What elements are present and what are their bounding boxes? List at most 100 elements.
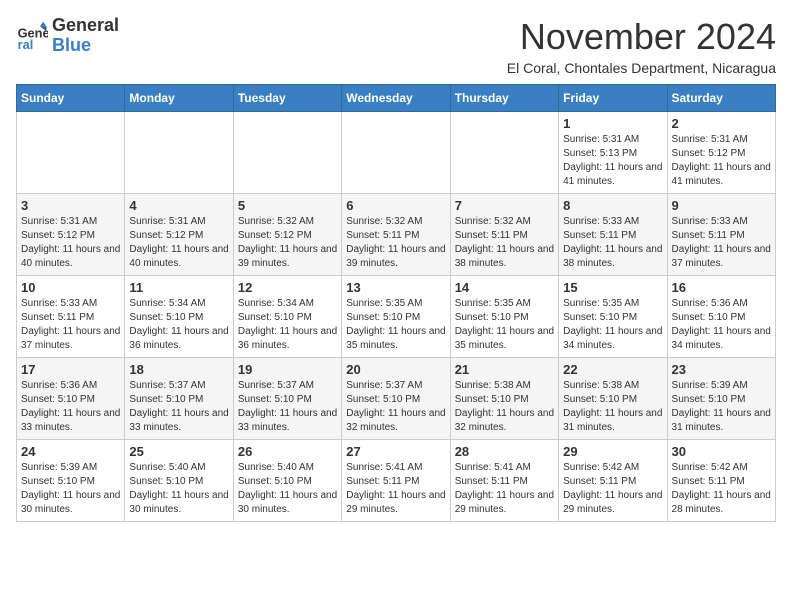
calendar-cell: 8 Sunrise: 5:33 AM Sunset: 5:11 PM Daylig… [559, 194, 667, 276]
day-number: 29 [563, 444, 662, 459]
location: El Coral, Chontales Department, Nicaragu… [507, 60, 776, 76]
day-number: 2 [672, 116, 771, 131]
calendar-cell: 11 Sunrise: 5:34 AM Sunset: 5:10 PM Dayli… [125, 276, 233, 358]
calendar-cell: 22 Sunrise: 5:38 AM Sunset: 5:10 PM Dayli… [559, 358, 667, 440]
day-info: Sunrise: 5:33 AM Sunset: 5:11 PM Dayligh… [563, 215, 662, 271]
calendar-cell: 6 Sunrise: 5:32 AM Sunset: 5:11 PM Daylig… [342, 194, 450, 276]
day-info: Sunrise: 5:35 AM Sunset: 5:10 PM Dayligh… [346, 297, 445, 353]
day-number: 16 [672, 280, 771, 295]
calendar-cell: 18Sunrise: 5:37 AM Sunset: 5:10 PM Dayli… [125, 358, 233, 440]
day-number: 10 [21, 280, 120, 295]
calendar-cell: 14Sunrise: 5:35 AM Sunset: 5:10 PM Dayli… [450, 276, 558, 358]
day-number: 20 [346, 362, 445, 377]
weekday-header-saturday: Saturday [667, 85, 775, 112]
weekday-header-thursday: Thursday [450, 85, 558, 112]
calendar-cell: 20 Sunrise: 5:37 AM Sunset: 5:10 PM Dayli… [342, 358, 450, 440]
day-info: Sunrise: 5:35 AM Sunset: 5:10 PM Dayligh… [563, 297, 662, 353]
day-number: 23 [672, 362, 771, 377]
calendar-cell: 5 Sunrise: 5:32 AM Sunset: 5:12 PM Daylig… [233, 194, 341, 276]
day-info: Sunrise: 5:34 AM Sunset: 5:10 PM Dayligh… [129, 297, 228, 353]
page-header: Gene ral General Blue November 2024 El C… [16, 16, 776, 76]
calendar-cell: 1 Sunrise: 5:31 AM Sunset: 5:13 PM Daylig… [559, 112, 667, 194]
day-info: Sunrise: 5:42 AM Sunset: 5:11 PM Dayligh… [563, 461, 662, 517]
logo-general: General [52, 16, 119, 36]
calendar-cell: 26 Sunrise: 5:40 AM Sunset: 5:10 PM Dayli… [233, 440, 341, 522]
day-number: 6 [346, 198, 445, 213]
calendar-cell: 15 Sunrise: 5:35 AM Sunset: 5:10 PM Dayli… [559, 276, 667, 358]
day-number: 7 [455, 198, 554, 213]
calendar-cell: 13Sunrise: 5:35 AM Sunset: 5:10 PM Dayli… [342, 276, 450, 358]
day-number: 1 [563, 116, 662, 131]
day-number: 9 [672, 198, 771, 213]
calendar-cell: 30Sunrise: 5:42 AM Sunset: 5:11 PM Dayli… [667, 440, 775, 522]
svg-text:ral: ral [18, 37, 34, 52]
calendar-week-4: 17 Sunrise: 5:36 AM Sunset: 5:10 PM Dayli… [17, 358, 776, 440]
day-info: Sunrise: 5:42 AM Sunset: 5:11 PM Dayligh… [672, 461, 771, 517]
day-number: 3 [21, 198, 120, 213]
calendar-cell: 2Sunrise: 5:31 AM Sunset: 5:12 PM Daylig… [667, 112, 775, 194]
calendar-cell [17, 112, 125, 194]
calendar-cell: 10 Sunrise: 5:33 AM Sunset: 5:11 PM Dayli… [17, 276, 125, 358]
weekday-header-friday: Friday [559, 85, 667, 112]
day-info: Sunrise: 5:31 AM Sunset: 5:12 PM Dayligh… [129, 215, 228, 271]
calendar-cell: 12Sunrise: 5:34 AM Sunset: 5:10 PM Dayli… [233, 276, 341, 358]
day-number: 27 [346, 444, 445, 459]
day-info: Sunrise: 5:37 AM Sunset: 5:10 PM Dayligh… [346, 379, 445, 435]
day-info: Sunrise: 5:40 AM Sunset: 5:10 PM Dayligh… [238, 461, 337, 517]
logo-blue: Blue [52, 36, 119, 56]
weekday-header-sunday: Sunday [17, 85, 125, 112]
day-info: Sunrise: 5:32 AM Sunset: 5:11 PM Dayligh… [346, 215, 445, 271]
calendar-cell: 7 Sunrise: 5:32 AM Sunset: 5:11 PM Daylig… [450, 194, 558, 276]
day-info: Sunrise: 5:33 AM Sunset: 5:11 PM Dayligh… [21, 297, 120, 353]
day-info: Sunrise: 5:33 AM Sunset: 5:11 PM Dayligh… [672, 215, 771, 271]
calendar-week-1: 1 Sunrise: 5:31 AM Sunset: 5:13 PM Daylig… [17, 112, 776, 194]
calendar-cell: 21Sunrise: 5:38 AM Sunset: 5:10 PM Dayli… [450, 358, 558, 440]
calendar-body: 1 Sunrise: 5:31 AM Sunset: 5:13 PM Daylig… [17, 112, 776, 522]
calendar-cell [125, 112, 233, 194]
calendar-cell [450, 112, 558, 194]
day-info: Sunrise: 5:31 AM Sunset: 5:12 PM Dayligh… [21, 215, 120, 271]
day-info: Sunrise: 5:40 AM Sunset: 5:10 PM Dayligh… [129, 461, 228, 517]
day-info: Sunrise: 5:31 AM Sunset: 5:13 PM Dayligh… [563, 133, 662, 189]
day-info: Sunrise: 5:34 AM Sunset: 5:10 PM Dayligh… [238, 297, 337, 353]
calendar-table: SundayMondayTuesdayWednesdayThursdayFrid… [16, 84, 776, 522]
calendar-cell: 25Sunrise: 5:40 AM Sunset: 5:10 PM Dayli… [125, 440, 233, 522]
calendar-cell: 3 Sunrise: 5:31 AM Sunset: 5:12 PM Daylig… [17, 194, 125, 276]
day-info: Sunrise: 5:36 AM Sunset: 5:10 PM Dayligh… [672, 297, 771, 353]
calendar-cell: 4Sunrise: 5:31 AM Sunset: 5:12 PM Daylig… [125, 194, 233, 276]
title-block: November 2024 El Coral, Chontales Depart… [507, 16, 776, 76]
calendar-cell: 23 Sunrise: 5:39 AM Sunset: 5:10 PM Dayli… [667, 358, 775, 440]
logo-icon: Gene ral [16, 20, 48, 52]
day-number: 5 [238, 198, 337, 213]
day-number: 19 [238, 362, 337, 377]
day-info: Sunrise: 5:38 AM Sunset: 5:10 PM Dayligh… [563, 379, 662, 435]
day-info: Sunrise: 5:39 AM Sunset: 5:10 PM Dayligh… [672, 379, 771, 435]
day-info: Sunrise: 5:32 AM Sunset: 5:11 PM Dayligh… [455, 215, 554, 271]
day-info: Sunrise: 5:37 AM Sunset: 5:10 PM Dayligh… [129, 379, 228, 435]
day-info: Sunrise: 5:32 AM Sunset: 5:12 PM Dayligh… [238, 215, 337, 271]
calendar-cell: 9 Sunrise: 5:33 AM Sunset: 5:11 PM Daylig… [667, 194, 775, 276]
calendar-cell: 17 Sunrise: 5:36 AM Sunset: 5:10 PM Dayli… [17, 358, 125, 440]
day-number: 28 [455, 444, 554, 459]
day-number: 22 [563, 362, 662, 377]
calendar-week-2: 3 Sunrise: 5:31 AM Sunset: 5:12 PM Daylig… [17, 194, 776, 276]
day-info: Sunrise: 5:36 AM Sunset: 5:10 PM Dayligh… [21, 379, 120, 435]
calendar-cell: 28Sunrise: 5:41 AM Sunset: 5:11 PM Dayli… [450, 440, 558, 522]
logo: Gene ral General Blue [16, 16, 119, 56]
day-info: Sunrise: 5:35 AM Sunset: 5:10 PM Dayligh… [455, 297, 554, 353]
calendar-cell: 16 Sunrise: 5:36 AM Sunset: 5:10 PM Dayli… [667, 276, 775, 358]
day-number: 11 [129, 280, 228, 295]
weekday-header-tuesday: Tuesday [233, 85, 341, 112]
calendar-cell [233, 112, 341, 194]
day-number: 26 [238, 444, 337, 459]
day-info: Sunrise: 5:37 AM Sunset: 5:10 PM Dayligh… [238, 379, 337, 435]
calendar-header-row: SundayMondayTuesdayWednesdayThursdayFrid… [17, 85, 776, 112]
calendar-week-5: 24Sunrise: 5:39 AM Sunset: 5:10 PM Dayli… [17, 440, 776, 522]
day-number: 17 [21, 362, 120, 377]
day-number: 8 [563, 198, 662, 213]
calendar-cell: 27 Sunrise: 5:41 AM Sunset: 5:11 PM Dayli… [342, 440, 450, 522]
month-title: November 2024 [507, 16, 776, 58]
day-number: 15 [563, 280, 662, 295]
calendar-cell: 24Sunrise: 5:39 AM Sunset: 5:10 PM Dayli… [17, 440, 125, 522]
day-info: Sunrise: 5:41 AM Sunset: 5:11 PM Dayligh… [346, 461, 445, 517]
